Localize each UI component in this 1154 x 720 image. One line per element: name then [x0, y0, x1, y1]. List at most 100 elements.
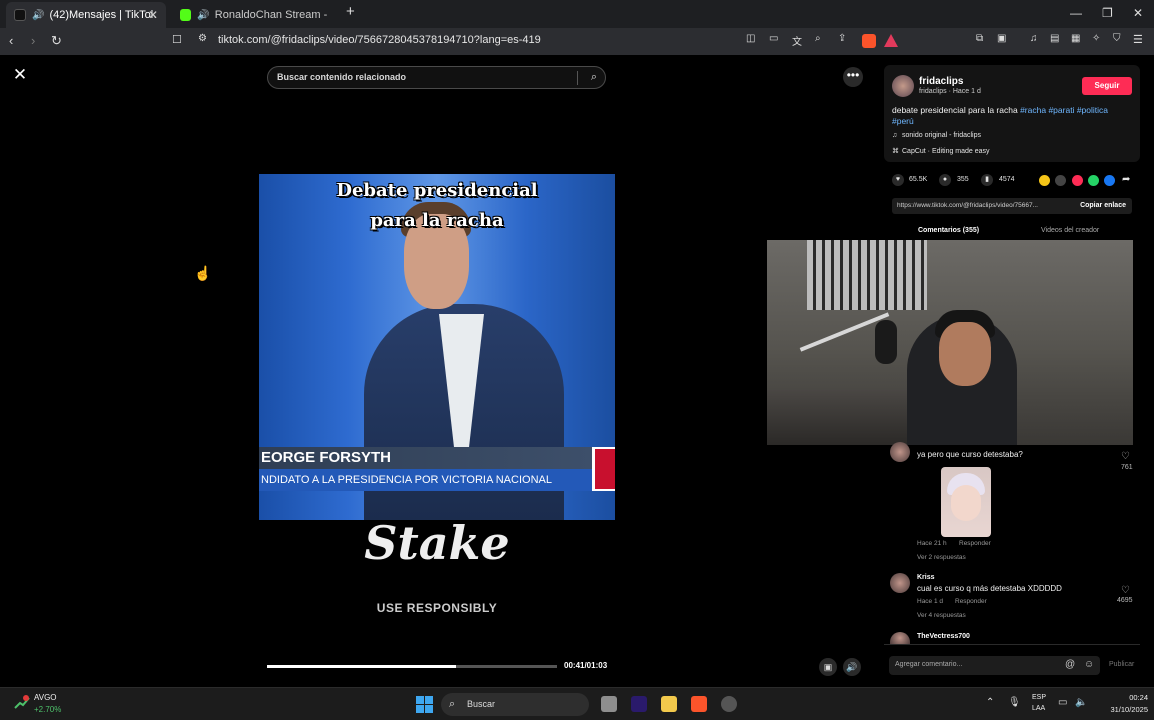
- comment-input[interactable]: Agregar comentario... @ ☺: [889, 656, 1100, 675]
- reload-icon[interactable]: ↻: [51, 33, 62, 49]
- lower-third: EORGE FORSYTH NDIDATO A LA PRESIDENCIA P…: [259, 447, 615, 491]
- brave-rewards-icon[interactable]: [884, 34, 898, 47]
- share-link[interactable]: https://www.tiktok.com/@fridaclips/video…: [897, 202, 1038, 209]
- view-replies-button[interactable]: Ver 2 respuestas: [917, 554, 966, 561]
- zoom-icon[interactable]: ⌕: [815, 33, 821, 44]
- extensions-icon[interactable]: ⧉: [976, 33, 983, 44]
- search-icon[interactable]: ⌕: [591, 71, 597, 84]
- hashtag[interactable]: #parati: [1048, 105, 1074, 115]
- comment-heart-icon[interactable]: ♡: [1121, 585, 1130, 596]
- chevron-up-icon[interactable]: ⌃: [986, 697, 994, 708]
- whatsapp-icon[interactable]: [1088, 175, 1099, 186]
- browser-tab-tiktok[interactable]: 🔊 (42)Mensajes | TikTok ✕: [6, 2, 166, 28]
- file-explorer-icon[interactable]: [661, 696, 677, 712]
- cast-icon[interactable]: ▭: [769, 33, 778, 44]
- clock-date[interactable]: 31/10/2025: [1098, 705, 1148, 714]
- search-placeholder: Buscar contenido relacionado: [277, 72, 407, 82]
- music-icon[interactable]: ♫: [1030, 33, 1038, 44]
- minimize-button[interactable]: —: [1070, 6, 1082, 20]
- comment-author[interactable]: Kriss: [917, 574, 935, 581]
- hashtag[interactable]: #politica: [1077, 105, 1108, 115]
- screenshot-icon[interactable]: ▣: [997, 33, 1006, 44]
- stock-ticker[interactable]: AVGO: [34, 693, 57, 702]
- brave-browser-icon[interactable]: [691, 696, 707, 712]
- menu-icon[interactable]: ☰: [1133, 33, 1143, 46]
- leo-ai-icon[interactable]: ✧: [1092, 33, 1100, 44]
- premiere-icon[interactable]: [631, 696, 647, 712]
- input-language[interactable]: ESP: [1032, 694, 1046, 701]
- comment-heart-icon[interactable]: ♡: [1121, 451, 1130, 462]
- back-icon[interactable]: ‹: [9, 33, 13, 48]
- publish-button[interactable]: Publicar: [1109, 661, 1134, 668]
- wallet-icon[interactable]: ▦: [1071, 33, 1080, 44]
- bookmark-icon[interactable]: ▮: [981, 174, 993, 186]
- clock-time[interactable]: 00:24: [1098, 693, 1148, 702]
- comment-avatar[interactable]: [890, 442, 910, 462]
- effect-link[interactable]: ⌘ CapCut · Editing made easy: [892, 147, 990, 155]
- microphone-icon[interactable]: 🎙: [1008, 697, 1021, 708]
- app-icon[interactable]: [721, 696, 737, 712]
- video-progress-bar[interactable]: [267, 665, 557, 668]
- sidebar-icon[interactable]: ▤: [1050, 33, 1059, 44]
- new-tab-button[interactable]: +: [346, 3, 355, 20]
- vpn-icon[interactable]: ⛉: [1113, 33, 1121, 44]
- share-coin-icon[interactable]: [1039, 175, 1050, 186]
- comment-author[interactable]: TheVectress700: [917, 633, 970, 640]
- tab-creator-videos[interactable]: Videos del creador: [1041, 227, 1099, 234]
- channel-logo: [595, 449, 615, 489]
- copy-link-button[interactable]: Copiar enlace: [1080, 202, 1126, 209]
- facebook-icon[interactable]: [1104, 175, 1115, 186]
- comment-icon[interactable]: ●: [939, 174, 951, 186]
- more-options-button[interactable]: •••: [843, 67, 863, 87]
- comment-like-count: 761: [1121, 464, 1133, 471]
- embed-icon[interactable]: [1055, 175, 1066, 186]
- video-player[interactable]: Debate presidencial para la racha EORGE …: [259, 95, 615, 687]
- hashtag[interactable]: #perú: [892, 116, 914, 126]
- share-send-icon[interactable]: [1072, 175, 1083, 186]
- brave-shields-icon[interactable]: [862, 34, 876, 48]
- reply-button[interactable]: Responder: [955, 598, 987, 605]
- input-layout[interactable]: LAA: [1032, 705, 1045, 712]
- windows-start-icon[interactable]: [416, 696, 433, 713]
- reply-button[interactable]: Responder: [959, 540, 991, 547]
- video-frame: Debate presidencial para la racha EORGE …: [259, 174, 615, 520]
- share-link-bar: https://www.tiktok.com/@fridaclips/video…: [892, 198, 1132, 214]
- address-bar[interactable]: tiktok.com/@fridaclips/video/75667280453…: [218, 34, 541, 46]
- volume-icon[interactable]: 🔈: [1075, 697, 1087, 708]
- close-tab-icon[interactable]: ✕: [148, 8, 158, 22]
- creator-avatar[interactable]: [892, 75, 914, 97]
- video-caption-line2: para la racha: [370, 210, 504, 231]
- engagement-bar: ♥ 65.5K ● 355 ▮ 4574 ➦: [892, 174, 1140, 188]
- share-icon[interactable]: ⇪: [838, 33, 846, 44]
- hashtag[interactable]: #racha: [1020, 105, 1046, 115]
- volume-icon[interactable]: 🔊: [843, 658, 861, 676]
- forward-icon[interactable]: ›: [31, 33, 35, 48]
- heart-icon[interactable]: ♥: [892, 174, 904, 186]
- sound-link[interactable]: ♫ sonido original - fridaclips: [892, 132, 981, 139]
- network-icon[interactable]: ▭: [1058, 697, 1067, 708]
- browser-tab-kick[interactable]: 🔊 RonaldoChan Stream - Watch Li: [172, 2, 338, 28]
- comment-time: Hace 1 d: [917, 598, 944, 605]
- mention-icon[interactable]: @: [1065, 659, 1075, 670]
- more-share-icon[interactable]: ➦: [1122, 174, 1130, 185]
- close-video-button[interactable]: ✕: [10, 65, 30, 85]
- stock-chart-icon[interactable]: [14, 695, 30, 711]
- taskbar-search[interactable]: ⌕ Buscar: [441, 693, 589, 716]
- creator-username[interactable]: fridaclips: [919, 76, 963, 87]
- music-note-icon: ♫: [892, 132, 898, 139]
- translate-icon[interactable]: 文: [792, 33, 802, 48]
- comment-avatar[interactable]: [890, 573, 910, 593]
- close-window-button[interactable]: ✕: [1133, 6, 1143, 20]
- related-search-input[interactable]: Buscar contenido relacionado ⌕: [267, 66, 606, 89]
- bookmark-icon[interactable]: ☐: [172, 33, 182, 46]
- task-view-icon[interactable]: [601, 696, 617, 712]
- video-description: debate presidencial para la racha #racha…: [892, 105, 1132, 127]
- maximize-button[interactable]: ❐: [1102, 6, 1113, 20]
- follow-button[interactable]: Seguir: [1082, 77, 1132, 95]
- media-icon[interactable]: ◫: [746, 33, 755, 44]
- site-settings-icon[interactable]: ⚙: [198, 33, 207, 44]
- view-replies-button[interactable]: Ver 4 respuestas: [917, 612, 966, 619]
- emoji-icon[interactable]: ☺: [1084, 659, 1094, 670]
- tab-comments[interactable]: Comentarios (355): [918, 227, 979, 234]
- pip-icon[interactable]: ▣: [819, 658, 837, 676]
